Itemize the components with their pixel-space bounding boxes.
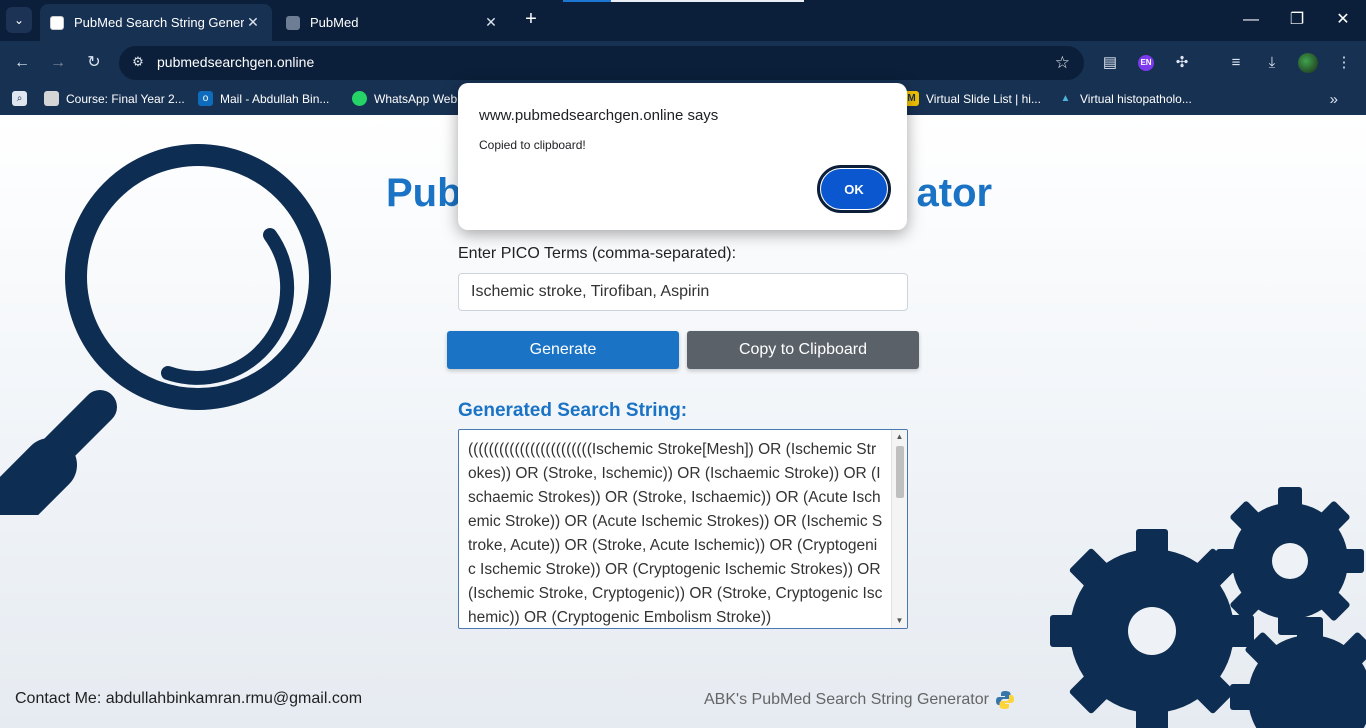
scroll-up-icon[interactable]: ▲ (892, 430, 907, 444)
minimize-icon[interactable]: — (1228, 8, 1274, 32)
generated-string-textarea[interactable]: ((((((((((((((((((((((((Ischemic Stroke[… (458, 429, 908, 629)
dialog-message: Copied to clipboard! (479, 138, 586, 152)
course-favicon-icon (44, 91, 59, 106)
tab-search-button[interactable]: ⌄ (6, 7, 32, 33)
generated-string-text[interactable]: ((((((((((((((((((((((((Ischemic Stroke[… (468, 438, 883, 628)
address-bar[interactable]: ⚙ pubmedsearchgen.online ☆ (119, 46, 1084, 80)
tab-title: PubMed (310, 15, 359, 30)
new-tab-icon[interactable]: + (520, 9, 542, 31)
restore-icon[interactable]: ❐ (1274, 8, 1320, 32)
pico-terms-input[interactable] (458, 273, 908, 311)
pico-input-label: Enter PICO Terms (comma-separated): (458, 245, 737, 262)
textarea-scrollbar[interactable]: ▲ ▼ (891, 430, 907, 628)
scroll-down-icon[interactable]: ▼ (892, 614, 907, 628)
loading-track (611, 0, 804, 2)
media-control-icon[interactable]: ≡ (1226, 53, 1246, 73)
window-close-icon[interactable]: ✕ (1320, 8, 1366, 32)
tab-pubmed[interactable]: PubMed ✕ (276, 4, 510, 41)
bookmark-mail[interactable]: o Mail - Abdullah Bin... (198, 91, 329, 106)
footer-contact: Contact Me: abdullahbinkamran.rmu@gmail.… (15, 690, 363, 707)
bookmarks-overflow-icon[interactable]: » (1330, 91, 1338, 108)
dialog-title: www.pubmedsearchgen.online says (479, 107, 719, 124)
alert-dialog: www.pubmedsearchgen.online says Copied t… (458, 83, 907, 230)
bookmark-virtual-slide-list[interactable]: M Virtual Slide List | hi... (904, 91, 1041, 106)
gears-illustration-icon (1050, 487, 1366, 728)
reload-icon[interactable]: ↻ (83, 52, 105, 74)
tab-title: PubMed Search String Generator (74, 15, 244, 30)
dialog-ok-button[interactable]: OK (817, 165, 891, 213)
scrollbar-thumb[interactable] (896, 446, 904, 498)
url-text[interactable]: pubmedsearchgen.online (157, 54, 314, 70)
tab-favicon-icon (50, 15, 64, 30)
magnifier-illustration-icon (0, 144, 331, 515)
whatsapp-icon (352, 91, 367, 106)
bookmark-whatsapp[interactable]: WhatsApp Web (352, 91, 457, 106)
more-menu-icon[interactable]: ⋮ (1334, 53, 1354, 73)
forward-arrow-icon[interactable]: → (47, 52, 69, 74)
loading-indicator (563, 0, 611, 2)
footer-brand-text: ABK's PubMed Search String Generator (704, 691, 989, 708)
bookmark-star-icon[interactable]: ☆ (1055, 53, 1070, 73)
histopathology-icon: ▲ (1060, 93, 1071, 104)
tab-favicon-icon (286, 15, 300, 30)
python-logo-icon (995, 691, 1014, 709)
bookmark-search-icon[interactable]: ⌕ (12, 91, 34, 106)
generated-string-heading: Generated Search String: (458, 400, 688, 421)
outlook-icon: o (198, 91, 213, 106)
bookmark-course[interactable]: Course: Final Year 2... (44, 91, 185, 106)
language-extension-icon[interactable]: EN (1138, 55, 1154, 71)
generate-button[interactable]: Generate (447, 331, 679, 369)
browser-titlebar: ⌄ PubMed Search String Generator ✕ PubMe… (0, 0, 1366, 41)
site-info-icon[interactable]: ⚙ (129, 54, 147, 72)
back-arrow-icon[interactable]: ← (11, 52, 33, 74)
copy-to-clipboard-button[interactable]: Copy to Clipboard (687, 331, 919, 369)
search-icon: ⌕ (12, 91, 27, 106)
tab-close-icon[interactable]: ✕ (482, 14, 500, 31)
extensions-puzzle-icon[interactable]: ✣ (1172, 53, 1192, 73)
profile-avatar[interactable] (1298, 53, 1318, 73)
footer-brand: ABK's PubMed Search String Generator (704, 690, 1015, 710)
download-icon[interactable]: ⤓ (1262, 53, 1282, 73)
tab-close-icon[interactable]: ✕ (244, 14, 262, 31)
reading-mode-icon[interactable]: ▤ (1100, 53, 1120, 73)
bookmark-virtual-histopathology[interactable]: ▲ Virtual histopatholo... (1058, 91, 1192, 106)
tab-pubmed-search-string-generator[interactable]: PubMed Search String Generator ✕ (40, 4, 272, 41)
browser-toolbar: ← → ↻ ⚙ pubmedsearchgen.online ☆ ▤ EN ✣ … (0, 41, 1366, 85)
